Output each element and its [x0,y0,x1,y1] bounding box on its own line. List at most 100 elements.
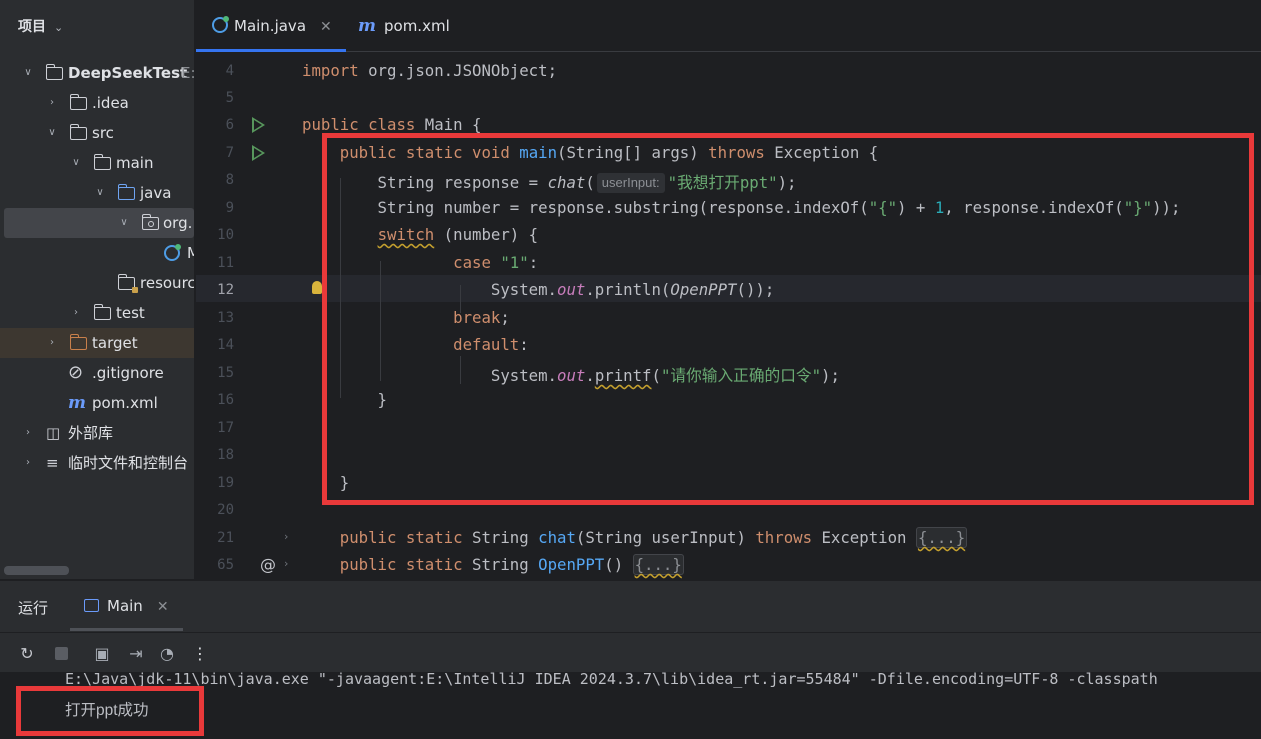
fold-expand-icon[interactable]: › [284,557,288,570]
run-tab-main[interactable]: Main ✕ [70,581,183,631]
stop-icon[interactable] [52,645,70,663]
editor-tab-bar: Main.java ✕ m pom.xml [196,0,1261,52]
code-line-4: import org.json.JSONObject; [302,61,558,80]
run-main-icon[interactable] [252,145,265,161]
fold-expand-icon[interactable]: › [284,530,288,543]
run-class-icon[interactable] [252,117,265,133]
line-number: 11 [217,255,234,271]
line-number: 20 [217,502,234,518]
tree-item-main[interactable]: ∨ main [0,148,194,178]
package-icon [141,214,159,230]
rerun-icon[interactable]: ↻ [18,645,36,663]
tree-item-label: .idea [92,94,129,112]
tree-item-idea[interactable]: › .idea [0,88,194,118]
line-number: 7 [225,145,234,161]
java-class-icon [212,16,229,33]
run-tool-window: 运行 Main ✕ ↻ ▣ ⇥ ◔ ⋮ E:\Java\jdk-11\bin\ja… [0,580,1261,739]
line-number: 18 [217,447,234,463]
source-folder-icon [117,184,135,200]
tree-item-external-libraries[interactable]: › ◫ 外部库 [0,418,194,448]
tree-item-test[interactable]: › test [0,298,194,328]
line-number: 8 [225,172,234,188]
project-title: 项目 [18,19,46,35]
line-number: 4 [225,63,234,79]
code-line-6: public class Main { [302,115,482,134]
tree-item-main-class[interactable]: M [0,238,194,268]
tree-root-label: DeepSeekTest [68,64,188,82]
line-number: 21 [217,530,234,546]
chevron-down-icon: ⌄ [54,21,64,34]
line-number: 9 [225,200,234,216]
tab-label: Main.java [234,17,307,35]
tab-pom-xml[interactable]: m pom.xml [358,0,450,52]
folder-icon [69,124,87,140]
profiler-icon[interactable]: ◔ [158,645,176,663]
folder-icon [93,154,111,170]
tree-item-label: 临时文件和控制台 [68,454,189,472]
tree-item-resources[interactable]: resourc [0,268,195,298]
highlight-box-main-method [322,133,1254,505]
project-panel: 项目 ⌄ ∨ DeepSeekTest E: › .idea ∨ src ∨ ma… [0,0,195,579]
ignore-file-icon: ⊘ [68,362,84,383]
chevron-right-icon: › [26,427,30,438]
maven-icon: m [68,393,86,413]
run-toolbar: ↻ ▣ ⇥ ◔ ⋮ [0,632,1261,672]
tab-main-java[interactable]: Main.java ✕ [196,0,346,52]
line-number: 5 [225,90,234,106]
chevron-down-icon: ∨ [48,127,56,138]
line-number: 10 [217,227,234,243]
line-number: 14 [217,337,234,353]
chevron-down-icon: ∨ [72,157,80,168]
tree-item-label: resourc [140,274,195,292]
line-number: 6 [225,117,234,133]
java-class-icon [164,244,181,261]
line-number: 15 [217,365,234,381]
line-number: 13 [217,310,234,326]
run-panel-title: 运行 [18,599,49,617]
close-icon[interactable]: ✕ [320,19,332,35]
tree-item-src[interactable]: ∨ src [0,118,194,148]
chevron-right-icon: › [26,457,30,468]
restore-layout-icon[interactable]: ⇥ [127,645,145,663]
code-line-21: public static String chat(String userInp… [339,527,968,548]
run-tab-label: Main [107,597,143,615]
chevron-right-icon: › [74,307,78,318]
tree-item-target[interactable]: › target [0,328,194,358]
tree-item-label: test [116,304,145,322]
tree-item-gitignore[interactable]: ⊘ .gitignore [0,358,194,388]
line-number: 12 [217,282,234,298]
chevron-right-icon: › [50,337,54,348]
line-number: 65 [217,557,234,573]
tree-item-label: org. [163,214,193,232]
chevron-down-icon: ∨ [24,67,32,78]
line-number: 16 [217,392,234,408]
annotation-icon[interactable]: @ [260,555,276,574]
tree-root-path: E: [181,64,195,82]
maven-icon: m [358,16,376,36]
tree-item-label: java [140,184,172,202]
module-folder-icon [45,64,63,80]
tree-item-pom[interactable]: m pom.xml [0,388,194,418]
tree-item-scratches[interactable]: › ≡ 临时文件和控制台 [0,448,194,478]
library-icon: ◫ [46,424,61,442]
excluded-folder-icon [69,334,87,350]
tree-root-deepseektest[interactable]: ∨ DeepSeekTest E: [0,58,195,88]
camera-icon[interactable]: ▣ [93,645,111,663]
tree-item-java[interactable]: ∨ java [0,178,194,208]
horizontal-scrollbar[interactable] [4,566,69,575]
console-command-line: E:\Java\jdk-11\bin\java.exe "-javaagent:… [65,672,1158,688]
highlight-box-console-output [16,686,204,736]
chevron-down-icon: ∨ [120,217,128,228]
folder-icon [93,304,111,320]
more-options-icon[interactable]: ⋮ [191,645,209,663]
run-config-icon [84,599,99,612]
code-editor[interactable]: 4 5 6 7 8 9 10 11 12 13 14 15 16 17 18 1… [196,53,1261,579]
code-line-65: public static String OpenPPT() {...} [339,554,684,575]
tree-item-label: target [92,334,138,352]
tree-item-package[interactable]: ∨ org. [4,208,194,238]
scratches-icon: ≡ [46,454,59,472]
close-icon[interactable]: ✕ [157,599,169,615]
project-view-selector[interactable]: 项目 ⌄ [18,16,63,36]
line-number: 19 [217,475,234,491]
folder-icon [69,94,87,110]
